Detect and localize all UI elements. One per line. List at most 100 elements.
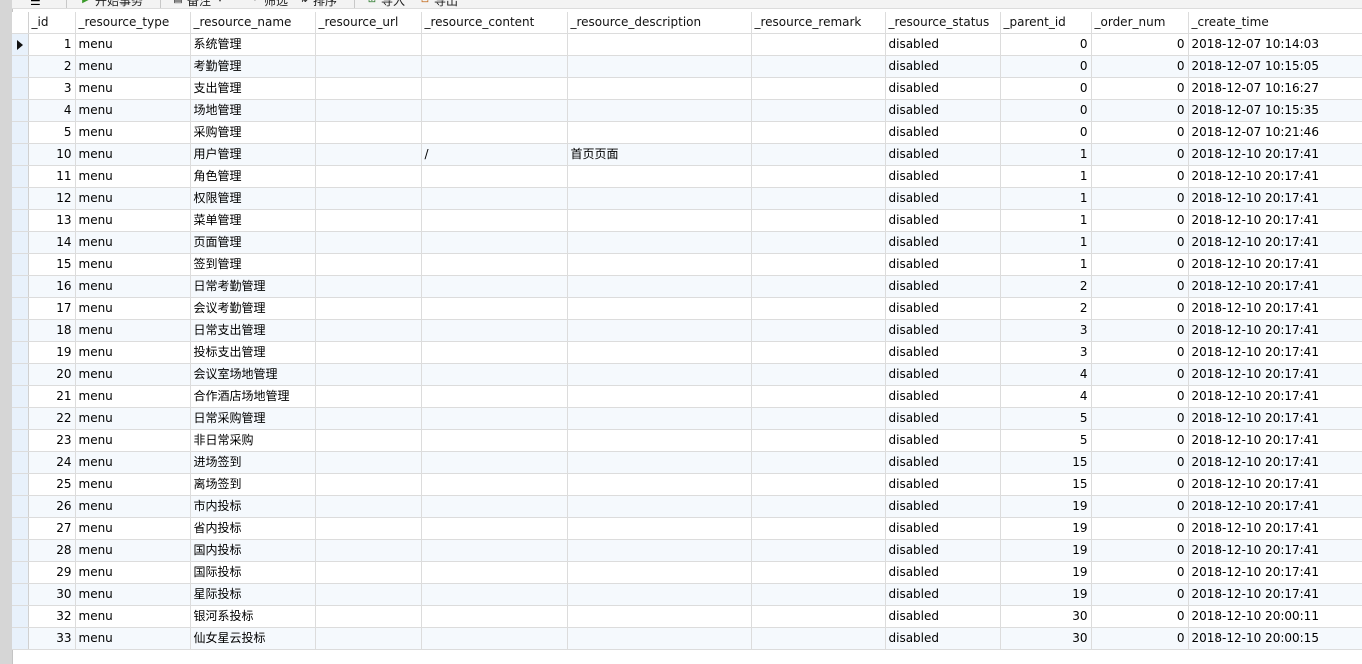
cell-order-num[interactable]: 0	[1091, 55, 1189, 78]
cell-resource-type[interactable]: menu	[75, 143, 191, 166]
cell-create-time[interactable]: 2018-12-10 20:17:41	[1188, 385, 1362, 408]
cell-id[interactable]: 29	[28, 561, 76, 584]
row-indicator[interactable]	[12, 121, 29, 144]
cell-resource-url[interactable]	[315, 55, 422, 78]
cell-order-num[interactable]: 0	[1091, 187, 1189, 210]
cell-resource-status[interactable]: disabled	[885, 99, 1001, 122]
row-indicator[interactable]	[12, 385, 29, 408]
cell-resource-content[interactable]	[421, 187, 568, 210]
cell-resource-remark[interactable]	[751, 605, 886, 628]
cell-resource-type[interactable]: menu	[75, 297, 191, 320]
table-row[interactable]: 25 menu 离场签到 disabled 15 0 2018-12-10 20:17:41	[12, 473, 1362, 496]
cell-resource-description[interactable]	[567, 605, 752, 628]
cell-resource-type[interactable]: menu	[75, 209, 191, 232]
cell-resource-remark[interactable]	[751, 55, 886, 78]
cell-id[interactable]: 27	[28, 517, 76, 540]
export-button[interactable]: ⊟ 导出	[419, 0, 458, 8]
cell-resource-url[interactable]	[315, 517, 422, 540]
cell-create-time[interactable]: 2018-12-10 20:17:41	[1188, 473, 1362, 496]
cell-order-num[interactable]: 0	[1091, 143, 1189, 166]
row-indicator[interactable]	[12, 297, 29, 320]
cell-resource-name[interactable]: 角色管理	[190, 165, 316, 188]
cell-resource-description[interactable]	[567, 561, 752, 584]
cell-resource-type[interactable]: menu	[75, 385, 191, 408]
cell-parent-id[interactable]: 30	[1000, 627, 1092, 650]
cell-resource-url[interactable]	[315, 121, 422, 144]
cell-create-time[interactable]: 2018-12-10 20:17:41	[1188, 143, 1362, 166]
cell-create-time[interactable]: 2018-12-10 20:17:41	[1188, 583, 1362, 606]
row-indicator[interactable]	[12, 77, 29, 100]
cell-resource-content[interactable]	[421, 363, 568, 386]
cell-order-num[interactable]: 0	[1091, 209, 1189, 232]
cell-resource-status[interactable]: disabled	[885, 319, 1001, 342]
cell-create-time[interactable]: 2018-12-10 20:17:41	[1188, 561, 1362, 584]
cell-resource-remark[interactable]	[751, 77, 886, 100]
cell-resource-content[interactable]	[421, 517, 568, 540]
cell-create-time[interactable]: 2018-12-10 20:17:41	[1188, 451, 1362, 474]
cell-resource-remark[interactable]	[751, 297, 886, 320]
cell-resource-type[interactable]: menu	[75, 605, 191, 628]
cell-resource-status[interactable]: disabled	[885, 275, 1001, 298]
cell-resource-content[interactable]	[421, 429, 568, 452]
cell-resource-status[interactable]: disabled	[885, 121, 1001, 144]
cell-resource-name[interactable]: 省内投标	[190, 517, 316, 540]
cell-resource-remark[interactable]	[751, 385, 886, 408]
cell-resource-name[interactable]: 星际投标	[190, 583, 316, 606]
cell-parent-id[interactable]: 0	[1000, 33, 1092, 56]
cell-resource-description[interactable]	[567, 55, 752, 78]
cell-resource-url[interactable]	[315, 385, 422, 408]
row-indicator[interactable]	[12, 561, 29, 584]
cell-resource-type[interactable]: menu	[75, 187, 191, 210]
cell-create-time[interactable]: 2018-12-07 10:16:27	[1188, 77, 1362, 100]
cell-order-num[interactable]: 0	[1091, 627, 1189, 650]
cell-parent-id[interactable]: 0	[1000, 55, 1092, 78]
row-indicator[interactable]	[12, 583, 29, 606]
cell-resource-content[interactable]	[421, 121, 568, 144]
column-header-resource-type[interactable]: _resource_type	[75, 12, 191, 34]
cell-resource-status[interactable]: disabled	[885, 407, 1001, 430]
table-row[interactable]: 18 menu 日常支出管理 disabled 3 0 2018-12-10 20:17:4…	[12, 319, 1362, 342]
filter-button[interactable]: ⏷ 筛选	[249, 0, 288, 8]
cell-resource-description[interactable]	[567, 583, 752, 606]
cell-id[interactable]: 10	[28, 143, 76, 166]
cell-resource-remark[interactable]	[751, 319, 886, 342]
cell-resource-name[interactable]: 市内投标	[190, 495, 316, 518]
cell-resource-content[interactable]	[421, 539, 568, 562]
cell-resource-name[interactable]: 页面管理	[190, 231, 316, 254]
column-header-order-num[interactable]: _order_num	[1091, 12, 1189, 34]
cell-resource-type[interactable]: menu	[75, 407, 191, 430]
cell-resource-content[interactable]	[421, 473, 568, 496]
table-row[interactable]: 32 menu 银河系投标 disabled 30 0 2018-12-10 20:00:1…	[12, 605, 1362, 628]
cell-parent-id[interactable]: 0	[1000, 77, 1092, 100]
cell-resource-type[interactable]: menu	[75, 451, 191, 474]
cell-resource-status[interactable]: disabled	[885, 341, 1001, 364]
cell-resource-status[interactable]: disabled	[885, 627, 1001, 650]
table-row[interactable]: 16 menu 日常考勤管理 disabled 2 0 2018-12-10 20:17:4…	[12, 275, 1362, 298]
cell-resource-status[interactable]: disabled	[885, 33, 1001, 56]
cell-id[interactable]: 19	[28, 341, 76, 364]
cell-resource-type[interactable]: menu	[75, 429, 191, 452]
cell-resource-status[interactable]: disabled	[885, 187, 1001, 210]
column-header-resource-name[interactable]: _resource_name	[190, 12, 316, 34]
cell-resource-description[interactable]	[567, 363, 752, 386]
cell-resource-content[interactable]	[421, 605, 568, 628]
cell-resource-content[interactable]	[421, 627, 568, 650]
cell-resource-url[interactable]	[315, 341, 422, 364]
cell-resource-remark[interactable]	[751, 473, 886, 496]
cell-resource-content[interactable]	[421, 165, 568, 188]
note-button[interactable]: ▤ 备注 ▾	[172, 0, 226, 8]
cell-resource-url[interactable]	[315, 99, 422, 122]
cell-id[interactable]: 4	[28, 99, 76, 122]
cell-resource-remark[interactable]	[751, 99, 886, 122]
cell-resource-type[interactable]: menu	[75, 319, 191, 342]
cell-resource-url[interactable]	[315, 209, 422, 232]
cell-create-time[interactable]: 2018-12-07 10:15:05	[1188, 55, 1362, 78]
cell-resource-description[interactable]	[567, 385, 752, 408]
cell-resource-status[interactable]: disabled	[885, 539, 1001, 562]
cell-resource-remark[interactable]	[751, 121, 886, 144]
cell-id[interactable]: 11	[28, 165, 76, 188]
row-indicator[interactable]	[12, 473, 29, 496]
cell-resource-content[interactable]	[421, 77, 568, 100]
cell-resource-content[interactable]	[421, 341, 568, 364]
hamburger-icon[interactable]: ☰	[30, 0, 44, 7]
